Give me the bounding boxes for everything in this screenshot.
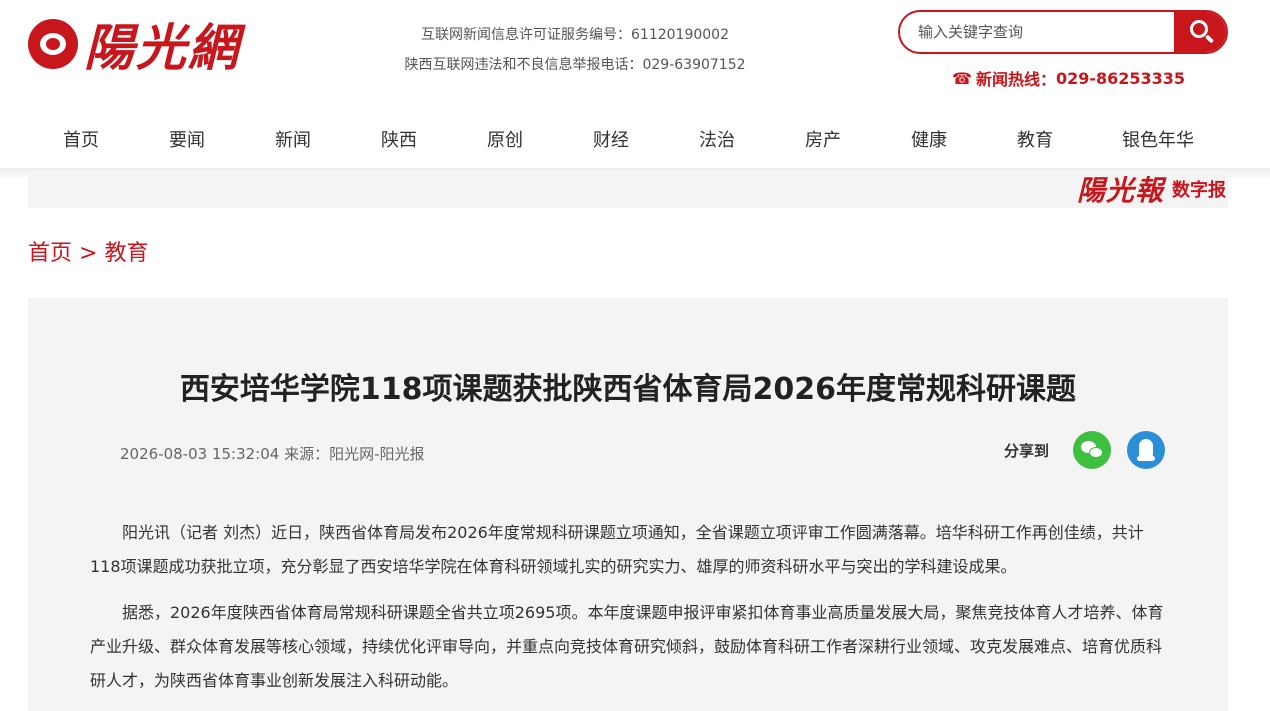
- breadcrumb-current[interactable]: 教育: [104, 241, 148, 266]
- article-title: 西安培华学院118项课题获批陕西省体育局2026年度常规科研课题: [179, 372, 1077, 407]
- newspaper-logo: 陽光報: [1076, 174, 1164, 207]
- nav-item-finance[interactable]: 财经: [558, 118, 664, 164]
- search-icon-handle: [1204, 34, 1215, 44]
- breadcrumb: 首页 > 教育: [28, 238, 148, 270]
- nav-item-education[interactable]: 教育: [982, 118, 1088, 164]
- nav-item-silver-years[interactable]: 银色年华: [1088, 118, 1228, 164]
- wechat-share-icon[interactable]: [1073, 431, 1112, 469]
- license-info: 互联网新闻信息许可证服务编号：61120190002 陕西互联网违法和不良信息举…: [400, 20, 750, 80]
- phone-icon: ☎: [952, 68, 972, 88]
- nav-item-health[interactable]: 健康: [876, 118, 982, 164]
- nav-item-shaanxi[interactable]: 陕西: [346, 118, 452, 164]
- qq-penguin-feet: [1137, 456, 1156, 461]
- search-box: [898, 10, 1228, 54]
- qq-share-icon[interactable]: [1127, 431, 1166, 469]
- site-header: 陽光網 互联网新闻信息许可证服务编号：61120190002 陕西互联网违法和不…: [0, 0, 1270, 112]
- share-label: 分享到: [1004, 441, 1050, 460]
- article-paragraph: 阳光讯（记者 刘杰）近日，陕西省体育局发布2026年度常规科研课题立项通知，全省…: [90, 523, 1144, 576]
- report-phone-line: 陕西互联网违法和不良信息举报电话：029-63907152: [404, 57, 746, 73]
- logo-emblem-icon: [28, 19, 78, 69]
- hotline-number: 029-86253335: [1055, 68, 1186, 88]
- nav-item-news[interactable]: 新闻: [240, 118, 346, 164]
- digital-paper-banner: 陽光報 数字报: [28, 170, 1228, 208]
- search-input[interactable]: [900, 12, 1174, 52]
- search-button[interactable]: [1174, 12, 1226, 52]
- nav-item-law[interactable]: 法治: [664, 118, 770, 164]
- article-panel: 西安培华学院118项课题获批陕西省体育局2026年度常规科研课题 2026-08…: [28, 298, 1228, 711]
- article-paragraph: 据悉，2026年度陕西省体育局常规科研课题全省共立项2695项。本年度课题申报评…: [90, 603, 1164, 690]
- main-nav: 首页 要闻 新闻 陕西 原创 财经 法治 房产 健康 教育 银色年华: [28, 118, 1228, 164]
- site-logo[interactable]: 陽光網: [28, 12, 268, 77]
- article-body: 阳光讯（记者 刘杰）近日，陕西省体育局发布2026年度常规科研课题立项通知，全省…: [90, 516, 1170, 710]
- digital-paper-link[interactable]: 陽光報 数字报: [1077, 170, 1226, 208]
- wechat-bubble-small: [1089, 447, 1104, 458]
- nav-item-home[interactable]: 首页: [28, 118, 134, 164]
- breadcrumb-home[interactable]: 首页: [28, 241, 72, 266]
- nav-item-original[interactable]: 原创: [452, 118, 558, 164]
- share-bar: 分享到: [1004, 430, 1166, 470]
- breadcrumb-separator: >: [79, 241, 98, 266]
- logo-text: 陽光網: [84, 18, 240, 77]
- digital-paper-label: 数字报: [1172, 180, 1226, 201]
- license-line: 互联网新闻信息许可证服务编号：61120190002: [421, 27, 729, 43]
- hotline-label: 新闻热线：: [975, 70, 1056, 89]
- nav-item-headlines[interactable]: 要闻: [134, 118, 240, 164]
- news-hotline: ☎ 新闻热线： 029-86253335: [952, 66, 1185, 90]
- article-meta: 2026-08-03 15:32:04 来源：阳光网-阳光报: [120, 445, 425, 463]
- nav-item-realestate[interactable]: 房产: [770, 118, 876, 164]
